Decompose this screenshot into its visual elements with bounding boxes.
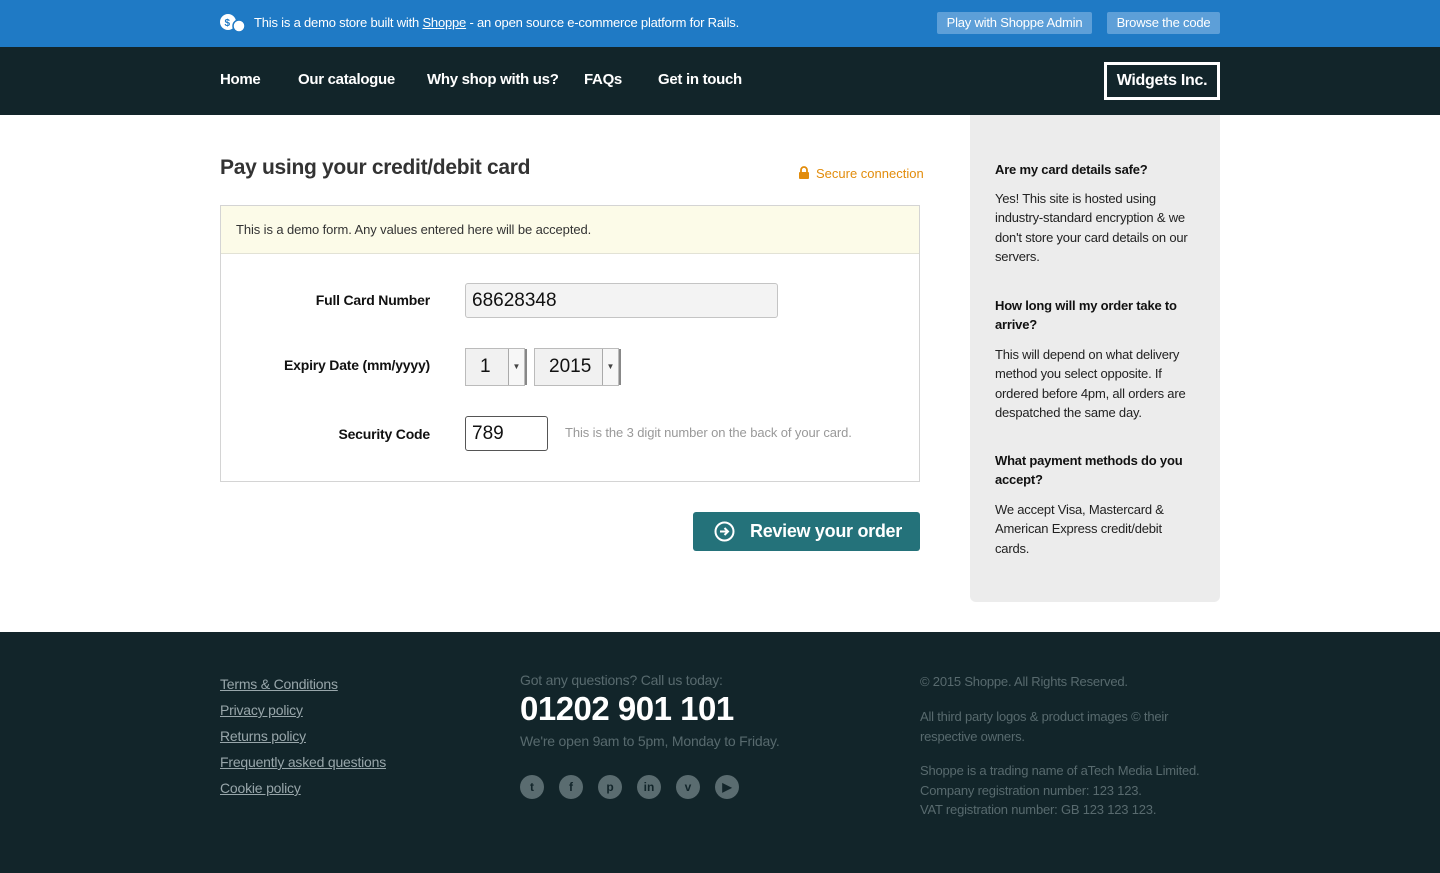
faq-answer: We accept Visa, Mastercard & American Ex… (995, 502, 1164, 556)
youtube-icon[interactable]: ▶ (715, 775, 739, 799)
demo-message: This is a demo store built with Shoppe -… (254, 15, 739, 30)
footer-link-returns[interactable]: Returns policy (220, 728, 306, 744)
chevron-down-icon: ▼ (508, 349, 527, 385)
security-code-label: Security Code (338, 426, 430, 442)
linkedin-icon[interactable]: in (637, 775, 661, 799)
logos-note: All third party logos & product images ©… (920, 709, 1169, 744)
svg-text:$: $ (225, 18, 231, 29)
card-number-input[interactable] (465, 283, 778, 318)
lock-icon (799, 166, 809, 179)
faq-sidebar: Are my card details safe? Yes! This site… (970, 115, 1220, 602)
footer-link-faq[interactable]: Frequently asked questions (220, 754, 386, 770)
site-header: Home Our catalogue Why shop with us? FAQ… (0, 47, 1440, 115)
demo-notice: This is a demo form. Any values entered … (221, 206, 919, 254)
expiry-date-label: Expiry Date (mm/yyyy) (284, 357, 430, 373)
expiry-month-value: 1 (480, 356, 491, 377)
shoppe-link[interactable]: Shoppe (422, 15, 466, 30)
opening-hours: We're open 9am to 5pm, Monday to Friday. (520, 733, 780, 749)
faq-question: How long will my order take to arrive? (995, 298, 1177, 332)
facebook-icon[interactable]: f (559, 775, 583, 799)
chevron-down-icon: ▼ (602, 349, 621, 385)
faq-answer: This will depend on what delivery method… (995, 347, 1186, 420)
expiry-year-value: 2015 (549, 356, 592, 377)
footer-link-privacy[interactable]: Privacy policy (220, 702, 303, 718)
secure-label: Secure connection (816, 166, 924, 181)
vat-registration: VAT registration number: GB 123 123 123. (920, 802, 1157, 817)
twitter-icon[interactable]: t (520, 775, 544, 799)
security-code-input[interactable] (465, 416, 548, 451)
demo-message-suffix: - an open source e-commerce platform for… (466, 15, 739, 30)
pinterest-icon[interactable]: p (598, 775, 622, 799)
phone-number: 01202 901 101 (520, 690, 734, 727)
secure-connection: Secure connection (798, 166, 924, 181)
faq-question: What payment methods do you accept? (995, 453, 1183, 487)
copyright: © 2015 Shoppe. All Rights Reserved. (920, 674, 1128, 689)
vimeo-icon[interactable]: v (676, 775, 700, 799)
nav-catalogue[interactable]: Our catalogue (298, 71, 395, 88)
payment-form: This is a demo form. Any values entered … (220, 205, 920, 482)
company-trading-name: Shoppe is a trading name of aTech Media … (920, 763, 1200, 778)
footer-link-cookies[interactable]: Cookie policy (220, 780, 301, 796)
nav-home[interactable]: Home (220, 71, 261, 88)
site-footer: Terms & Conditions Privacy policy Return… (0, 632, 1440, 873)
review-order-label: Review your order (750, 521, 902, 541)
review-order-button[interactable]: Review your order (693, 512, 920, 551)
page-title: Pay using your credit/debit card (220, 156, 531, 179)
nav-get-in-touch[interactable]: Get in touch (658, 71, 742, 88)
shoppe-logo-icon: $ (220, 14, 246, 33)
expiry-year-select[interactable]: 2015 ▼ (534, 348, 621, 386)
company-info: Shoppe is a trading name of aTech Media … (920, 761, 1220, 820)
faq-answer: Yes! This site is hosted using industry-… (995, 191, 1188, 264)
play-admin-button[interactable]: Play with Shoppe Admin (937, 12, 1092, 34)
call-us-lead: Got any questions? Call us today: (520, 672, 723, 688)
footer-link-terms[interactable]: Terms & Conditions (220, 676, 338, 692)
arrow-right-circle-icon (714, 521, 735, 542)
nav-faqs[interactable]: FAQs (584, 71, 622, 88)
demo-banner: $ This is a demo store built with Shoppe… (0, 0, 1440, 47)
expiry-month-select[interactable]: 1 ▼ (465, 348, 527, 386)
nav-why-shop[interactable]: Why shop with us? (427, 71, 559, 88)
demo-message-prefix: This is a demo store built with (254, 15, 423, 30)
faq-question: Are my card details safe? (995, 162, 1148, 177)
browse-code-button[interactable]: Browse the code (1107, 12, 1220, 34)
security-code-hint: This is the 3 digit number on the back o… (565, 425, 852, 440)
card-number-label: Full Card Number (315, 292, 430, 308)
company-registration: Company registration number: 123 123. (920, 782, 1142, 798)
brand-logo[interactable]: Widgets Inc. (1104, 62, 1220, 100)
